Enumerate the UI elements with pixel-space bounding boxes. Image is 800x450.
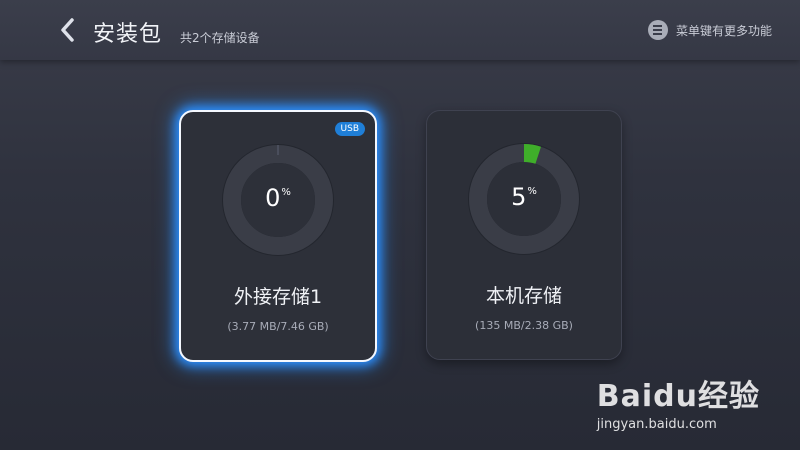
usage-arc (523, 144, 541, 164)
chevron-left-icon[interactable] (55, 16, 79, 44)
baidu-watermark: Baidu经验 jingyan.baidu.com (597, 371, 760, 432)
usage-percent: 0% (265, 184, 291, 212)
storage-size: (3.77 MB/7.46 GB) (227, 320, 329, 333)
page-title: 安装包 (93, 22, 163, 47)
baidu-url: jingyan.baidu.com (596, 417, 717, 432)
usage-percent: 5% (511, 183, 537, 211)
page-subtitle: 共2个存储设备 (180, 31, 260, 45)
usb-badge: USB (334, 122, 365, 136)
menu-icon (647, 20, 668, 40)
storage-name: 外接存储1 (233, 286, 323, 308)
menu-hint: 菜单键有更多功能 (647, 20, 772, 40)
menu-hint-text: 菜单键有更多功能 (675, 23, 772, 38)
baidu-logo: Baidu经验 (596, 379, 760, 414)
storage-card-internal[interactable]: 5% 本机存储 (135 MB/2.38 GB) (426, 110, 622, 360)
storage-name: 本机存储 (485, 285, 562, 307)
header-bar: 安装包 共2个存储设备 菜单键有更多功能 (0, 0, 800, 60)
storage-size: (135 MB/2.38 GB) (475, 319, 573, 332)
storage-card-external[interactable]: USB 0% 外接存储1 (3.77 MB/7.46 GB) (179, 110, 377, 362)
